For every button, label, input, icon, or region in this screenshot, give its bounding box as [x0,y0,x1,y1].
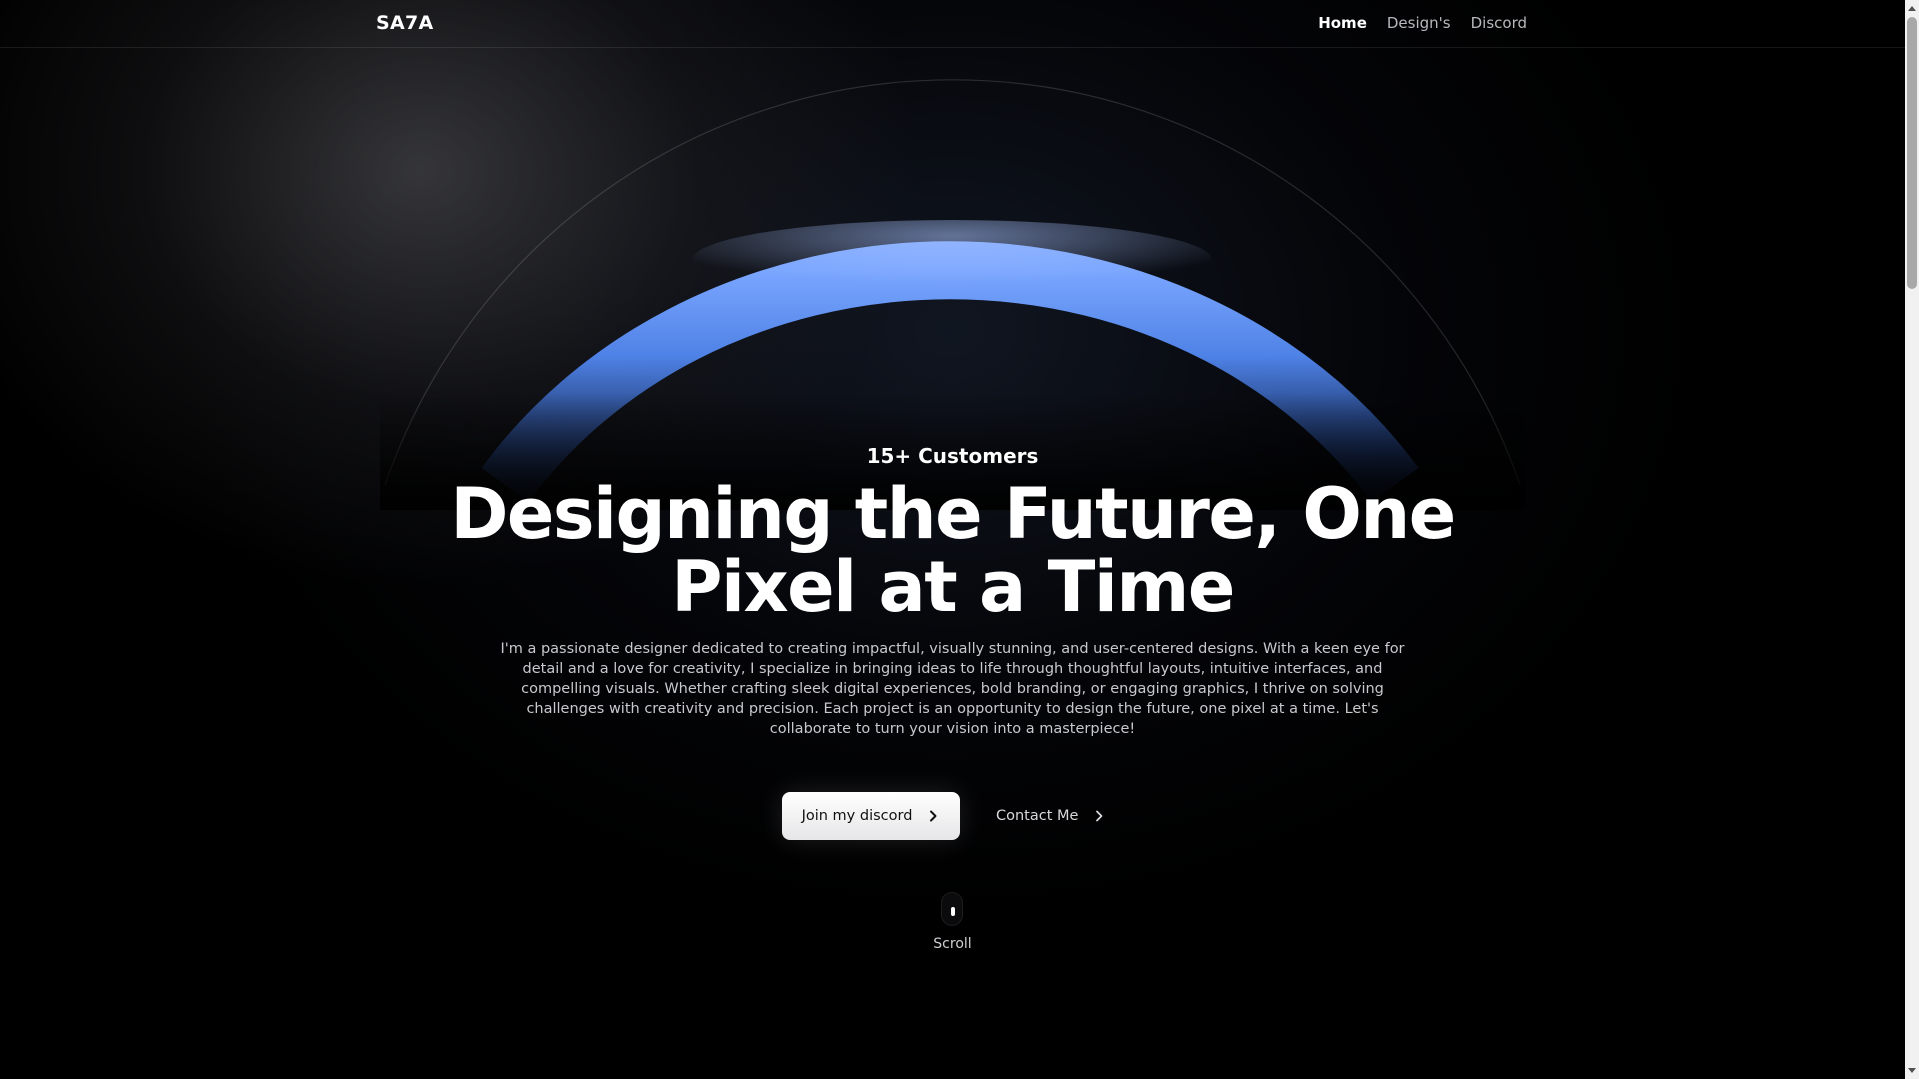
nav-links: Home Design's Discord [1318,14,1527,32]
scroll-label: Scroll [933,936,972,952]
mouse-scroll-icon[interactable] [941,892,963,926]
hero-description: I'm a passionate designer dedicated to c… [500,641,1405,737]
nav-item-discord[interactable]: Discord [1471,14,1527,32]
nav-item-home[interactable]: Home [1318,14,1367,32]
page-scrollbar[interactable] [1905,0,1919,1079]
outer-thin-arc [384,79,1521,486]
scrollbar-thumb[interactable] [1907,17,1917,289]
scroll-down-arrow-icon[interactable] [1908,1068,1916,1073]
join-discord-label: Join my discord [801,808,913,824]
scroll-up-arrow-icon[interactable] [1908,6,1916,11]
chevron-right-icon [1096,810,1103,822]
chevron-right-icon [930,810,937,822]
page: SA7A Home Design's Discord 15+ Customers… [0,0,1905,1079]
nav-item-designs[interactable]: Design's [1387,14,1451,32]
contact-me-label: Contact Me [996,808,1079,824]
hero-headline: Designing the Future, One Pixel at a Tim… [450,473,1456,628]
contact-me-button[interactable]: Contact Me [986,792,1116,840]
arc-glow [692,220,1212,300]
scroll-wheel-dot [951,907,955,916]
top-navigation: SA7A Home Design's Discord [0,0,1905,48]
arc-fade [380,250,1525,510]
customers-badge: 15+ Customers [0,444,1905,468]
viewport: SA7A Home Design's Discord 15+ Customers… [0,0,1919,1079]
join-discord-button[interactable]: Join my discord [782,792,960,840]
brand-logo[interactable]: SA7A [376,12,434,34]
